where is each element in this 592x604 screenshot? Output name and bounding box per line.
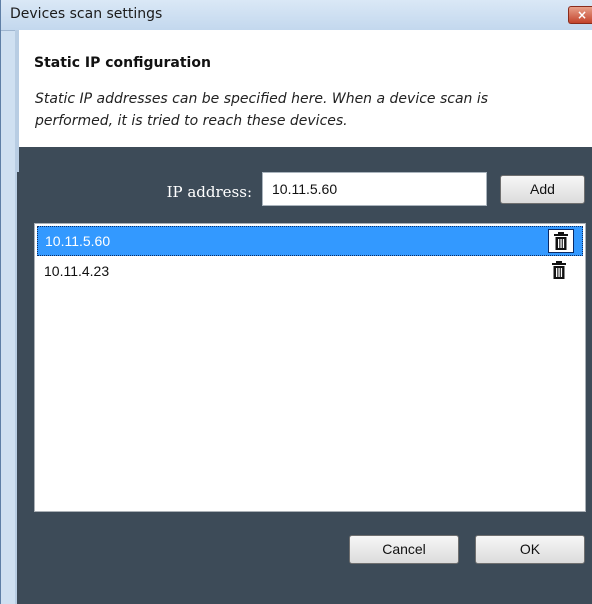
trash-icon[interactable]: [548, 229, 574, 253]
ok-button[interactable]: OK: [475, 535, 585, 564]
section-description: Static IP addresses can be specified her…: [35, 91, 489, 129]
trash-icon[interactable]: [547, 259, 573, 283]
section-title: Static IP configuration: [34, 55, 211, 71]
close-button[interactable]: ×: [568, 6, 592, 24]
header-panel: Static IP configuration Static IP addres…: [19, 30, 592, 147]
dialog-window: Devices scan settings × Static IP config…: [0, 0, 592, 604]
list-item-address: 10.11.4.23: [44, 263, 110, 279]
window-title: Devices scan settings: [10, 6, 163, 22]
content-area: IP address: Add 10.11.5.60 10.: [19, 147, 592, 604]
title-bar[interactable]: Devices scan settings ×: [1, 0, 592, 31]
add-button[interactable]: Add: [500, 175, 585, 204]
list-item[interactable]: 10.11.5.60: [37, 226, 583, 256]
close-icon: ×: [577, 8, 588, 22]
list-item-address: 10.11.5.60: [45, 233, 111, 249]
ip-address-label: IP address:: [166, 183, 252, 201]
ip-address-input[interactable]: [262, 172, 487, 206]
list-item[interactable]: 10.11.4.23: [37, 257, 583, 287]
ip-address-list[interactable]: 10.11.5.60 10.11.4.23: [34, 223, 586, 512]
cancel-button[interactable]: Cancel: [349, 535, 459, 564]
